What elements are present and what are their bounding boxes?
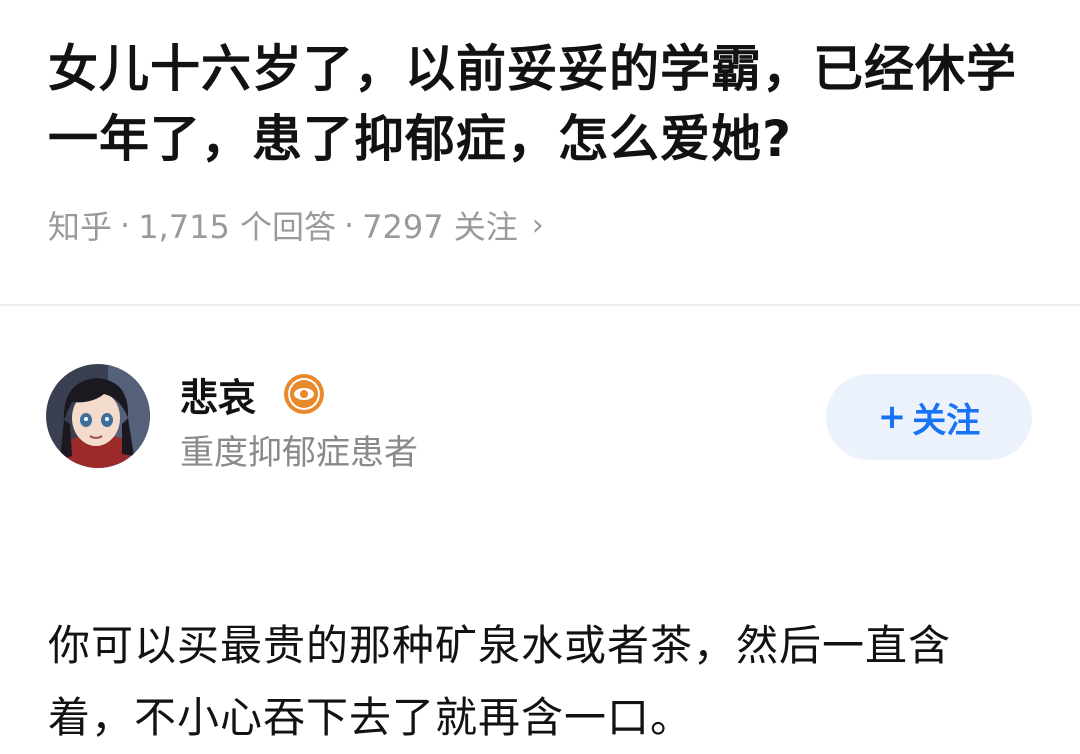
separator-dot: · <box>120 206 131 244</box>
section-divider <box>0 304 1080 306</box>
eye-badge-icon <box>282 372 326 416</box>
author-name[interactable]: 悲哀 <box>180 366 256 422</box>
avatar-image <box>46 364 150 468</box>
question-title[interactable]: 女儿十六岁了，以前妥妥的学霸，已经休学一年了，患了抑郁症，怎么爱她? <box>48 34 1028 174</box>
answer-body[interactable]: 你可以买最贵的那种矿泉水或者茶，然后一直含着，不小心吞下去了就再含一口。 <box>48 610 1028 754</box>
plus-icon: + <box>877 397 907 437</box>
follow-count: 7297 关注 <box>362 208 518 246</box>
follow-label: 关注 <box>912 400 981 441</box>
separator-dot: · <box>343 206 355 244</box>
question-meta[interactable]: 知乎 · 1,715 个回答 · 7297 关注 › <box>48 200 544 250</box>
source-label: 知乎 <box>48 208 113 246</box>
chevron-right-icon[interactable]: › <box>532 208 544 243</box>
author-bio: 重度抑郁症患者 <box>180 432 418 473</box>
avatar[interactable] <box>46 364 150 468</box>
follow-button[interactable]: + 关注 <box>826 374 1032 460</box>
answer-count: 1,715 个回答 <box>138 208 336 246</box>
